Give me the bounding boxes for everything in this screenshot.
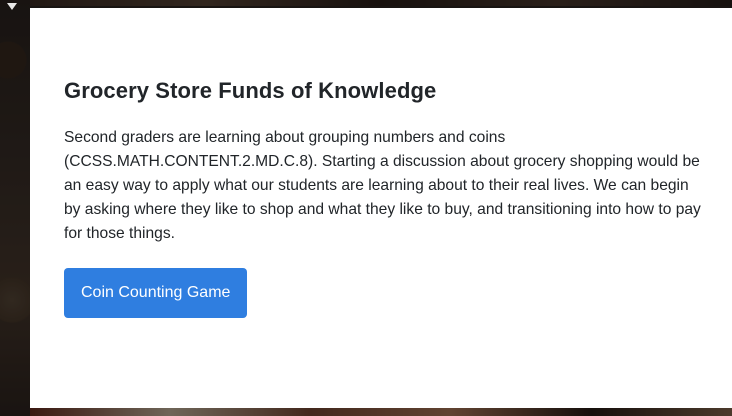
modal-title: Grocery Store Funds of Knowledge: [64, 78, 437, 103]
modal-dialog: Grocery Store Funds of Knowledge Second …: [30, 8, 732, 408]
chevron-down-icon: [7, 3, 17, 10]
coin-counting-game-button[interactable]: Coin Counting Game: [64, 268, 248, 318]
modal-body-text: Second graders are learning about groupi…: [64, 129, 701, 242]
